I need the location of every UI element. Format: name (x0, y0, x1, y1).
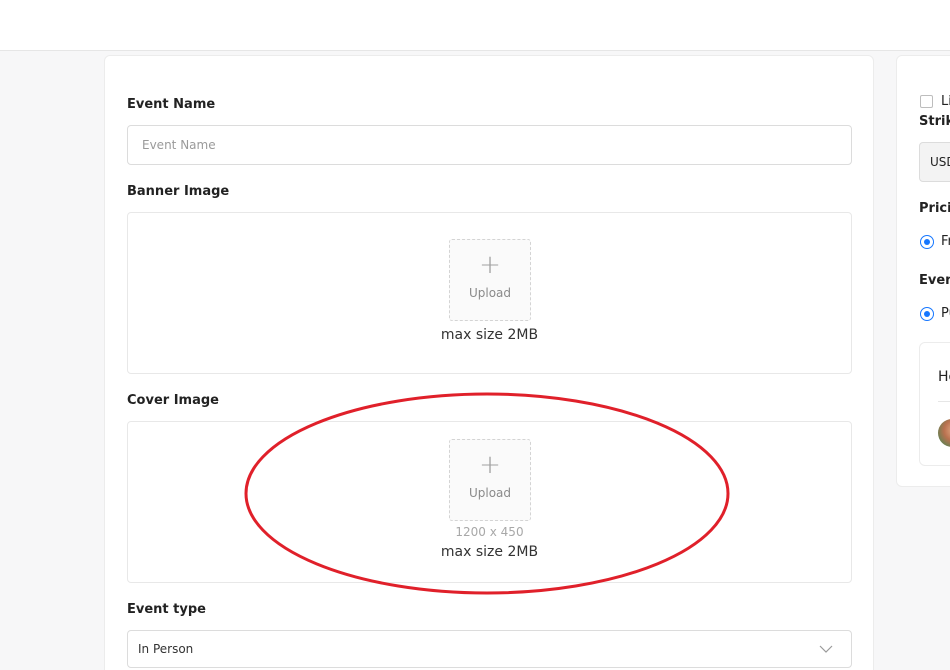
event-visibility-label: Even (919, 273, 950, 288)
banner-upload-label: Upload (468, 286, 512, 300)
event-type-select[interactable]: In Person (127, 630, 852, 668)
currency-select[interactable]: USD (919, 142, 950, 182)
divider (938, 401, 950, 402)
plus-icon: + (479, 250, 501, 280)
banner-image-label: Banner Image (127, 184, 230, 199)
settings-checkbox[interactable] (920, 95, 933, 108)
avatar[interactable] (938, 419, 950, 447)
pricing-label: Pricin (919, 201, 950, 216)
banner-upload-button[interactable]: + Upload (449, 239, 531, 321)
event-type-selected-value: In Person (138, 642, 194, 656)
strike-label: Strike (919, 114, 950, 129)
plus-icon: + (479, 450, 501, 480)
event-name-label: Event Name (127, 97, 216, 112)
event-type-label: Event type (127, 602, 206, 617)
pricing-option-label: Fr (941, 234, 950, 249)
side-settings-card: Li Strike USD Pricin Fr Even Pu Ho (896, 55, 950, 487)
banner-image-upload-area: + Upload max size 2MB (127, 212, 852, 374)
cover-max-size-hint: max size 2MB (440, 544, 539, 560)
visibility-radio[interactable] (920, 307, 934, 321)
host-box: Ho (919, 342, 950, 466)
event-form-card: Event Name Banner Image + Upload max siz… (104, 55, 874, 670)
top-header (0, 0, 950, 51)
cover-image-label: Cover Image (127, 393, 219, 408)
cover-dimensions-hint: 1200 x 450 (455, 525, 524, 539)
cover-image-upload-area: + Upload 1200 x 450 max size 2MB (127, 421, 852, 583)
pricing-radio[interactable] (920, 235, 934, 249)
checkbox-label: Li (941, 94, 950, 109)
cover-upload-button[interactable]: + Upload (449, 439, 531, 521)
currency-value: USD (930, 155, 950, 169)
cover-upload-label: Upload (468, 486, 512, 500)
chevron-down-icon (819, 645, 833, 653)
banner-max-size-hint: max size 2MB (440, 327, 539, 343)
host-title: Ho (938, 369, 950, 385)
event-name-input[interactable] (127, 125, 852, 165)
visibility-option-label: Pu (941, 306, 950, 321)
